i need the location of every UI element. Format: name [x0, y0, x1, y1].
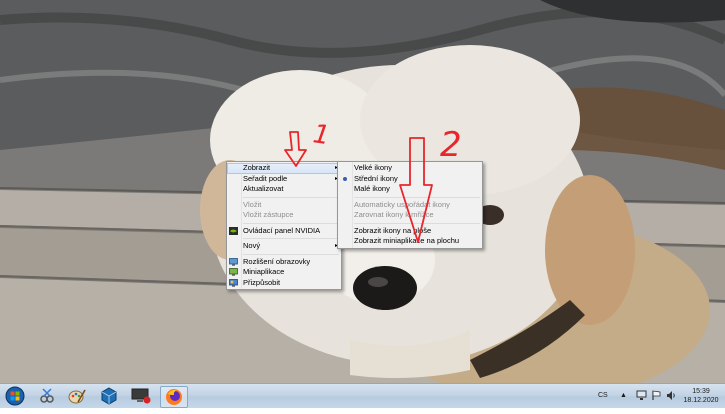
arrow-1-annotation: [284, 131, 307, 167]
taskbar-remote-desktop[interactable]: [128, 386, 154, 406]
tray-volume[interactable]: [666, 390, 677, 414]
annotation-number-2: 2: [440, 125, 462, 165]
language-indicator[interactable]: CS: [598, 384, 608, 408]
remote-desktop-icon: [131, 388, 151, 404]
snipping-tool-icon: [40, 388, 54, 403]
clock-date: 18.12.2020: [683, 397, 719, 404]
start-orb-icon: [5, 386, 25, 406]
taskbar-snipping-tool[interactable]: [34, 386, 60, 406]
taskbar-virtualbox[interactable]: [96, 386, 122, 406]
tray-expand-button[interactable]: ▲: [620, 384, 627, 408]
arrow-2-annotation: [399, 137, 433, 243]
desktop[interactable]: Zobrazit▸ Seřadit podle▸ Aktualizovat Vl…: [0, 0, 725, 383]
tray-up-arrow-icon: ▲: [620, 392, 627, 399]
annotation-number-1: 1: [311, 119, 332, 151]
tray-network[interactable]: [636, 390, 647, 414]
paint-icon: [68, 389, 86, 404]
firefox-icon: [166, 389, 182, 405]
network-icon: [636, 390, 647, 400]
virtualbox-icon: [101, 387, 117, 405]
action-center-flag-icon: [652, 390, 661, 400]
language-label: CS: [598, 392, 608, 399]
start-button[interactable]: [2, 386, 28, 406]
clock-time: 15:39: [692, 388, 710, 395]
annotation-overlay: 1 2: [284, 119, 462, 243]
taskbar-paint[interactable]: [64, 386, 90, 406]
volume-icon: [667, 391, 675, 400]
taskbar-firefox[interactable]: [160, 386, 188, 408]
tray-clock[interactable]: 15:39 18.12.2020: [681, 384, 721, 408]
taskbar: CS ▲ 15:39 18.12.2020: [0, 383, 725, 408]
tray-action-center[interactable]: [651, 390, 662, 414]
